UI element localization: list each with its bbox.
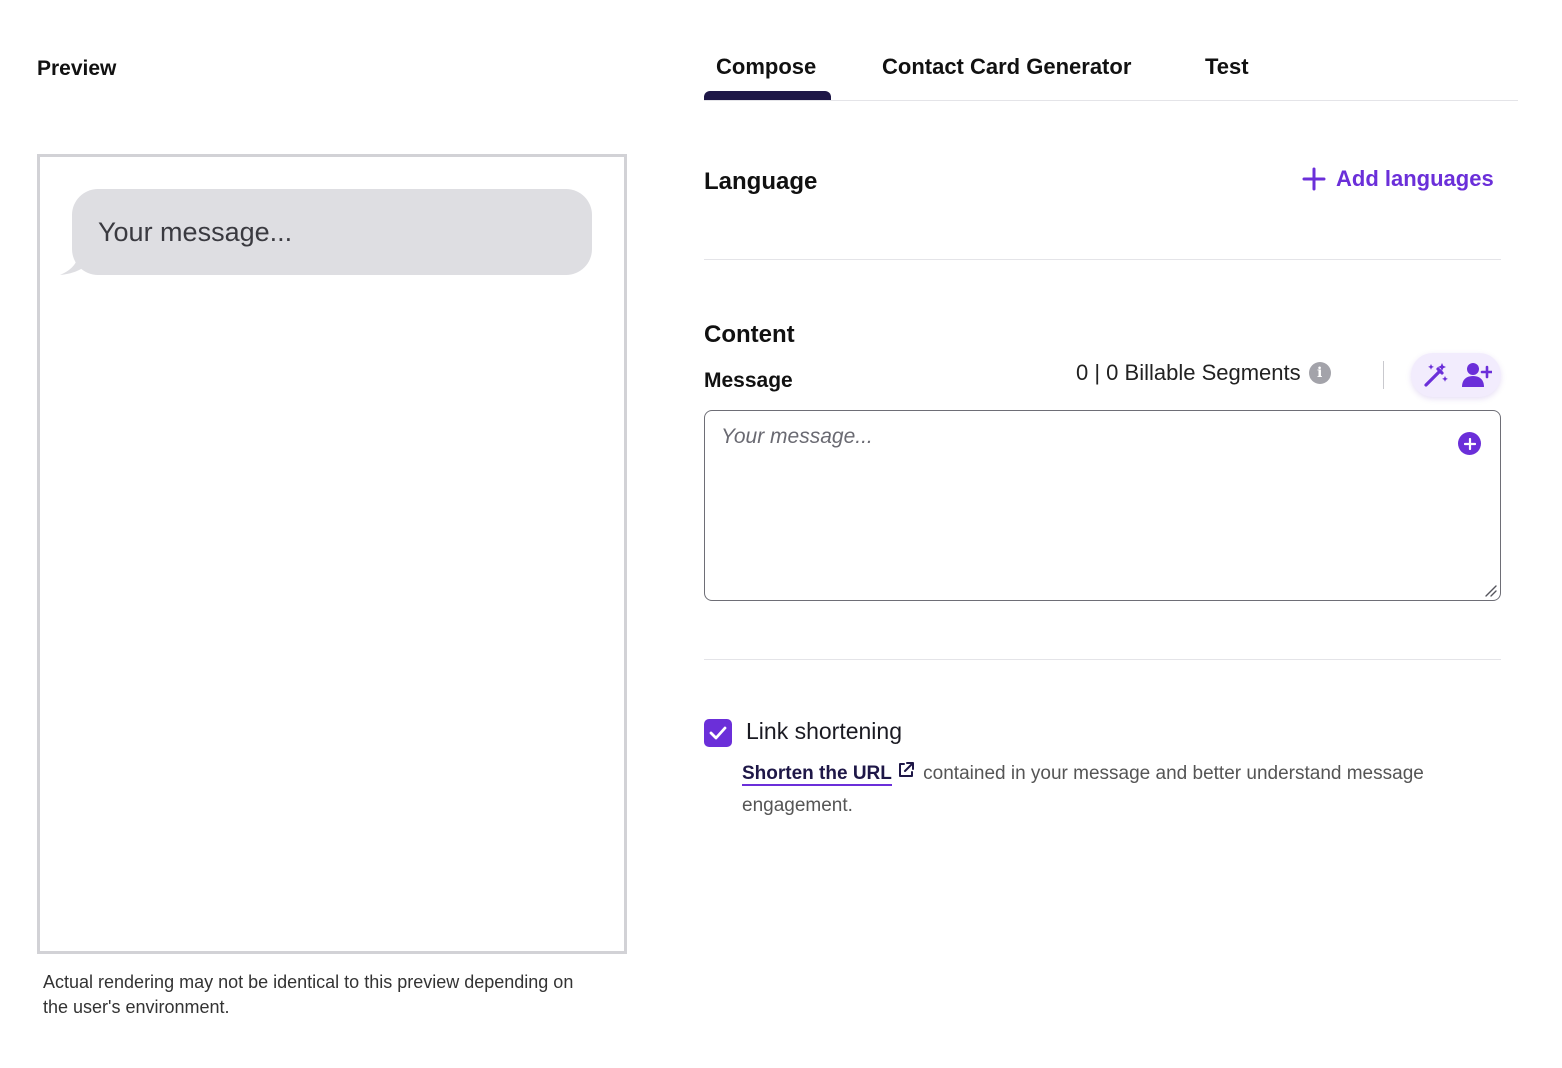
insert-button[interactable]: [1458, 432, 1481, 455]
message-bubble: Your message...: [72, 189, 592, 275]
add-contact-button[interactable]: [1459, 357, 1495, 393]
external-link-icon: [898, 762, 914, 777]
preview-frame: Your message...: [37, 154, 627, 954]
plus-icon: [1463, 437, 1476, 450]
link-shortening-description: Shorten the URL contained in your messag…: [742, 758, 1482, 822]
bubble-text: Your message...: [98, 216, 293, 247]
shorten-url-link[interactable]: Shorten the URL: [742, 763, 892, 786]
tab-test[interactable]: Test: [1205, 54, 1249, 80]
preview-note: Actual rendering may not be identical to…: [43, 972, 574, 1017]
add-person-icon: [1461, 363, 1492, 387]
tab-compose[interactable]: Compose: [716, 54, 816, 80]
plus-icon: [1302, 167, 1326, 191]
message-tools: [1411, 353, 1501, 397]
message-box: [704, 410, 1501, 601]
message-input[interactable]: [721, 425, 1441, 585]
segments-text: 0 | 0 Billable Segments: [1076, 360, 1301, 385]
language-heading: Language: [704, 168, 818, 195]
divider: [704, 659, 1501, 660]
preview-title: Preview: [37, 57, 117, 80]
vertical-separator: [1383, 361, 1384, 389]
billable-segments: 0 | 0 Billable Segments i: [1076, 360, 1331, 386]
link-shortening-checkbox[interactable]: [704, 719, 732, 747]
tab-bar: Compose Contact Card Generator Test: [704, 40, 1518, 101]
magic-wand-icon: [1423, 363, 1448, 387]
add-languages-label: Add languages: [1336, 166, 1494, 191]
tab-contact-card-generator[interactable]: Contact Card Generator: [882, 54, 1131, 80]
info-icon[interactable]: i: [1308, 362, 1331, 384]
add-languages-button[interactable]: Add languages: [1302, 166, 1494, 192]
message-label: Message: [704, 369, 793, 392]
ai-assist-button[interactable]: [1418, 357, 1454, 393]
link-shortening-label: Link shortening: [746, 718, 902, 744]
active-tab-indicator: [704, 91, 831, 100]
divider: [704, 259, 1501, 260]
resize-handle-icon[interactable]: [1483, 583, 1497, 597]
checkmark-icon: [709, 726, 727, 740]
content-heading: Content: [704, 321, 795, 348]
